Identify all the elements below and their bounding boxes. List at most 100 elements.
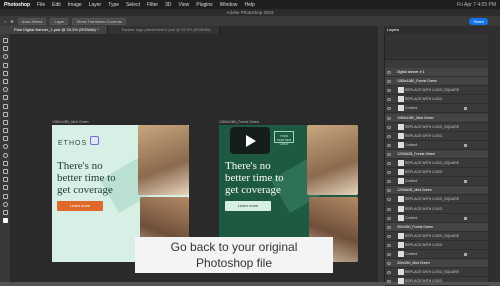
visibility-eye-icon[interactable] [387,198,391,202]
dodge-icon[interactable] [2,152,8,158]
auto-select-checkbox[interactable]: Auto-Select [17,17,47,25]
gradient-icon[interactable] [2,136,8,142]
more-tools-icon[interactable] [2,209,8,215]
visibility-eye-icon[interactable] [387,107,391,111]
layer-row[interactable]: REPLACE WITH LOGO_SQUARE [385,86,489,96]
layer-group-row[interactable]: 1080x1080_Forest Green [385,77,489,87]
visibility-eye-icon[interactable] [387,225,391,229]
document-tabs: Paid Digital Banner_1.psd @ 33.3% (RGB/8… [0,26,380,34]
artboard-label-forest[interactable]: 1080x1080_Forest Green [219,120,259,124]
brush-icon[interactable] [2,103,8,109]
layer-row[interactable]: REPLACE WITH LOGO [385,241,489,250]
visibility-eye-icon[interactable] [387,89,391,93]
layer-row[interactable]: Content [385,104,489,114]
layer-row[interactable]: REPLACE WITH LOGO [385,168,489,178]
move-icon[interactable] [2,38,8,43]
visibility-eye-icon[interactable] [387,98,391,102]
rectangle-icon[interactable] [2,185,8,191]
clone-stamp-icon[interactable] [2,111,8,117]
menu-help[interactable]: Help [244,2,254,8]
menu-layer[interactable]: Layer [89,2,102,8]
frame-icon[interactable] [2,78,8,84]
menu-filter[interactable]: Filter [147,2,158,8]
layer-row[interactable]: REPLACE WITH LOGO_SQUARE [385,232,489,241]
layer-group-row[interactable]: 1080x1080_Mint Green [385,113,489,123]
visibility-eye-icon[interactable] [387,271,391,275]
visibility-eye-icon[interactable] [387,262,391,266]
layer-name: REPLACE WITH LOGO_SQUARE [405,124,460,129]
artboard-icon[interactable] [2,46,8,52]
video-play-button[interactable] [230,127,270,154]
layer-group-row[interactable]: 300x250_Mint Green [385,259,489,269]
eraser-icon[interactable] [2,128,8,134]
foreground-color-swatch[interactable] [2,218,8,224]
visibility-eye-icon[interactable] [387,243,391,247]
layer-row[interactable]: REPLACE WITH LOGO [385,205,489,214]
pen-icon[interactable] [2,160,8,166]
menu-plugins[interactable]: Plugins [196,2,212,8]
layer-row[interactable]: Content [385,214,489,223]
visibility-eye-icon[interactable] [387,125,391,129]
menu-window[interactable]: Window [220,2,238,8]
layers-panel-tab[interactable]: Layers [384,26,488,34]
visibility-eye-icon[interactable] [387,143,391,147]
layer-row[interactable]: REPLACE WITH LOGO [385,95,489,105]
zoom-icon[interactable] [2,201,8,207]
layer-row[interactable]: REPLACE WITH LOGO [385,132,489,141]
lasso-icon[interactable] [2,54,8,60]
visibility-eye-icon[interactable] [387,253,391,256]
video-caption: Go back to your original Photoshop file [135,237,333,273]
visibility-eye-icon[interactable] [387,134,391,138]
layer-group-row[interactable]: 1200x628_Mint Green [385,186,489,196]
menu-edit[interactable]: Edit [52,2,61,8]
layer-thumbnail [398,169,404,176]
layer-row[interactable]: REPLACE WITH LOGO_SQUARE [385,123,489,132]
menu-type[interactable]: Type [108,2,119,8]
crop-icon[interactable] [2,70,8,76]
transform-controls-checkbox[interactable]: Show Transform Controls [72,17,126,25]
move-tool-icon[interactable]: ✥ [10,19,13,24]
menu-3d[interactable]: 3D [165,2,171,8]
layer-group-row[interactable]: 300x250_Forest Green [385,222,489,232]
visibility-eye-icon[interactable] [387,180,391,184]
home-icon[interactable]: ⌂ [4,19,6,24]
layer-row[interactable]: Content [385,177,489,187]
layer-select[interactable]: Layer [50,17,69,25]
blur-icon[interactable] [2,144,8,150]
layer-group-row[interactable]: Digital banner # 1 [385,68,489,77]
menu-view[interactable]: View [179,2,190,8]
visibility-eye-icon[interactable] [387,116,391,120]
share-button[interactable]: Share [469,17,488,25]
learn-more-button[interactable]: Learn more [57,201,103,211]
menu-image[interactable]: Image [68,2,82,8]
visibility-eye-icon[interactable] [387,189,391,193]
visibility-eye-icon[interactable] [387,234,391,238]
learn-more-button[interactable]: Learn more [225,201,271,211]
tab-partner-logo[interactable]: Partner logo placeholder1.psd @ 33.3% (R… [107,26,220,34]
visibility-eye-icon[interactable] [387,207,391,211]
layer-row[interactable]: REPLACE WITH LOGO_SQUARE [385,159,489,168]
visibility-eye-icon[interactable] [387,171,391,175]
app-menu[interactable]: Photoshop [4,2,30,8]
visibility-eye-icon[interactable] [387,152,391,156]
healing-brush-icon[interactable] [2,95,8,101]
tab-paid-digital-banner[interactable]: Paid Digital Banner_1.psd @ 33.3% (RGB/8… [0,26,108,34]
layer-group-row[interactable]: 1200x628_Forest Green [385,149,489,159]
path-select-icon[interactable] [2,177,8,183]
layer-row[interactable]: REPLACE WITH LOGO_SQUARE [385,268,489,278]
history-brush-icon[interactable] [2,119,8,125]
eyedropper-icon[interactable] [2,87,8,93]
artboard-label-mint[interactable]: 1080x1080_Mint Green [52,120,89,124]
hand-icon[interactable] [2,193,8,199]
visibility-eye-icon[interactable] [387,71,391,74]
object-select-icon[interactable] [2,62,8,68]
type-icon[interactable] [2,169,8,174]
visibility-eye-icon[interactable] [387,80,391,84]
layer-row[interactable]: REPLACE WITH LOGO_SQUARE [385,195,489,205]
menu-file[interactable]: File [37,2,45,8]
visibility-eye-icon[interactable] [387,216,391,220]
layer-row[interactable]: Content [385,141,489,150]
layer-row[interactable]: Content [385,250,489,259]
menu-select[interactable]: Select [126,2,140,8]
visibility-eye-icon[interactable] [387,162,391,165]
